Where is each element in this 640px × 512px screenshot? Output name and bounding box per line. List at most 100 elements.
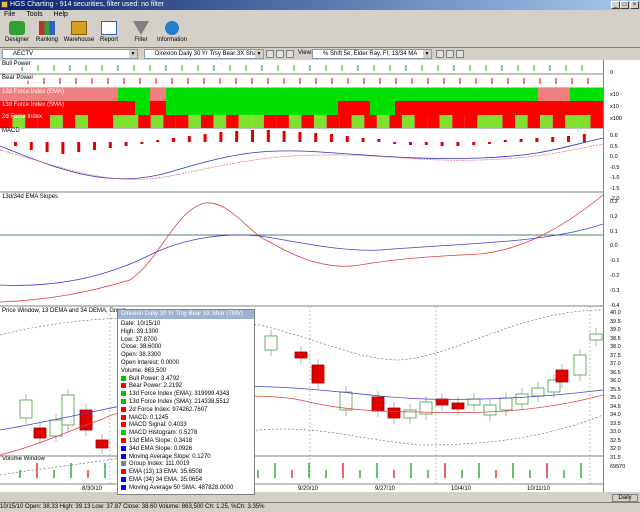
period-button[interactable]: Daily [612,494,638,502]
fi2d-band [87,115,101,128]
fi2d-band [301,115,315,128]
symbol-select[interactable]: AECTV ▼ [2,49,138,59]
macd-histogram-bar [503,140,507,142]
y-tick: 31.5 [610,454,621,461]
y-tick: 0.1 [610,228,618,235]
menu-help[interactable]: Help [54,11,68,18]
price-candle [61,394,75,426]
maximize-button[interactable]: □ [620,1,629,9]
tooltip-row: MACD: 0.1245 [121,414,168,422]
price-candle [531,387,545,397]
macd-line [0,137,603,180]
legend-swatch [121,469,126,475]
minimize-button[interactable]: _ [611,1,620,9]
macd-histogram-bar [488,142,491,144]
information-button[interactable]: Information [155,21,189,43]
y-tick: 69570 [610,464,626,470]
legend-swatch [121,445,126,451]
tooltip-row: Date: 10/15/10 [121,321,161,327]
nav-first-button[interactable] [266,50,274,58]
tooltip-row: Moving Average 50 SMA: 487828.0000 [121,484,233,492]
y-tick: -0.4 [610,302,620,309]
y-tick: 33.0 [610,429,621,435]
fi2d-band [201,115,214,128]
macd-histogram-bar [345,136,349,142]
y-tick: 35.5 [610,386,621,393]
security-select[interactable]: Direxion Daily 30 Yr Trsy Bear 3X Shar ▼ [144,49,264,59]
fi2d-band [50,115,63,128]
fi13sma-band [135,101,150,115]
legend-swatch [121,477,126,482]
macd-histogram-bar [409,142,412,145]
macd-histogram-bar [582,134,586,142]
price-candle [573,354,587,376]
view-label: View: [298,50,313,56]
title-bar: HGS Charting - 914 securities, filter us… [0,0,640,10]
macd-histogram-bar [424,142,428,145]
slopes-label: 13d/34d EMA Slopes [2,194,59,200]
macd-histogram-bar [156,140,160,142]
y-tick: 0.6 [610,133,618,139]
tooltip-row: Close: 38.6000 [121,344,162,351]
fi13sma-band [150,101,166,115]
close-button[interactable]: × [630,1,639,9]
fi2d-band [414,115,428,128]
fi2d-band [263,115,277,128]
ranking-button[interactable]: Ranking [30,21,64,43]
tooltip-row: Volume: 863,500 [121,367,167,374]
legend-swatch [121,399,126,404]
chevron-down-icon: ▼ [129,50,137,58]
x-tick: 10/11/10 [527,486,550,492]
fi2d-band [489,115,503,128]
view-refresh-button[interactable] [446,50,454,58]
report-button[interactable]: Report [92,21,126,43]
fi2d-band [163,115,176,128]
view-select[interactable]: % Shift 5e, Elder Ray, FI, 13/34 MA ▼ [312,49,432,59]
macd-histogram-bar [314,133,318,142]
macd-histogram-bar [393,142,397,144]
ema34-slope-line [0,223,603,286]
chart-canvas[interactable] [0,60,603,492]
nav-last-button[interactable] [286,50,294,58]
fi13sma-band [395,101,603,115]
y-tick: 39.0 [610,327,621,333]
menu-file[interactable]: File [4,11,15,18]
fi2d-band [364,115,377,128]
filter-button[interactable]: Filter [124,21,158,43]
fi2d-band [464,115,478,128]
view-print-button[interactable] [456,50,464,58]
menu-tools[interactable]: Tools [26,11,42,18]
fi2d-band [565,115,578,128]
macd-histogram-bar [187,136,191,142]
tooltip-row: Open: 38.3300 [121,352,161,359]
legend-swatch [121,422,126,428]
y-tick: x100 [610,116,622,122]
y-tick: 0 [610,70,614,76]
chart-area[interactable]: Bull Power Bear Power 13d Force Index (E… [0,60,603,492]
legend-swatch [121,484,126,490]
macd-histogram-bar [235,131,239,142]
fi2d-band [175,115,189,128]
macd-histogram-bar [377,139,381,142]
y-tick: -0.3 [610,287,620,294]
filter-icon [133,21,149,35]
warehouse-button[interactable]: Warehouse [62,21,96,43]
nav-next-button[interactable] [276,50,284,58]
designer-button[interactable]: Designer [0,21,34,43]
price-candle [451,402,465,410]
y-tick: -0.5 [610,164,620,171]
legend-swatch [121,414,126,420]
tooltip-row: Moving Average Slope: 0.1270 [121,453,211,461]
bear-power-label: Bear Power [2,75,34,81]
macd-histogram-bar [440,142,444,146]
y-tick: 32.5 [610,437,621,444]
app-icon [1,1,8,8]
fi13ema-band [538,88,570,101]
fi2d-band [590,115,603,128]
macd-histogram-bar [535,138,539,142]
fi2d-band [339,115,352,128]
view-settings-button[interactable] [436,50,444,58]
legend-swatch [121,383,126,389]
fi2d-band [402,115,415,128]
y-tick: 38.0 [610,344,621,350]
